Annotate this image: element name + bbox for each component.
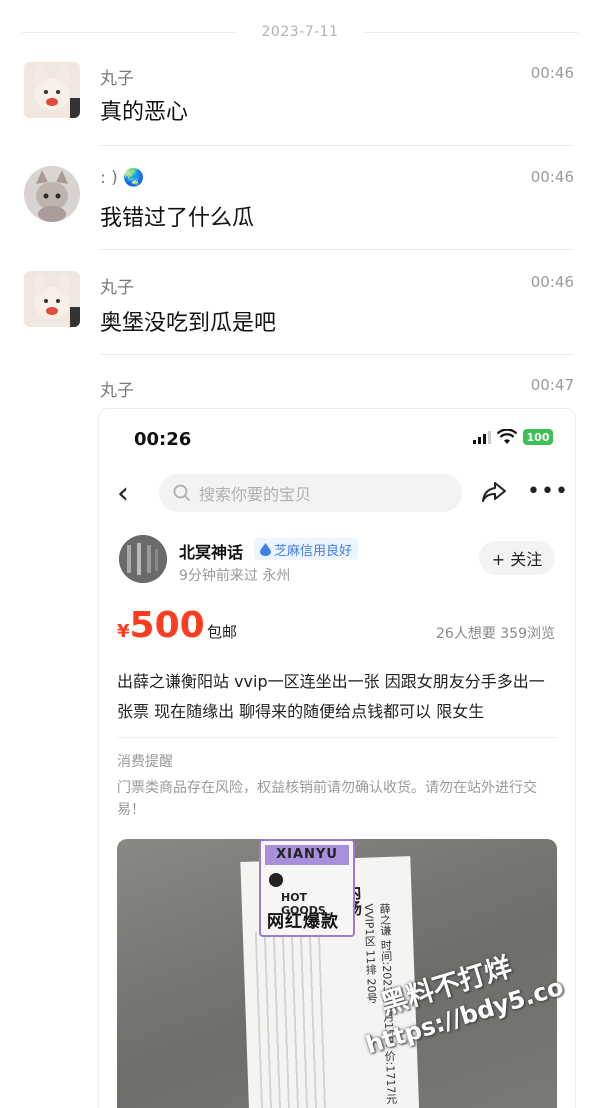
sender-name: 丸子 xyxy=(100,381,134,401)
chat-message: 丸子 00:46 奥堡没吃到瓜是吧 xyxy=(0,271,600,355)
message-time: 00:46 xyxy=(530,273,574,291)
sticker-brand: XIANYU xyxy=(265,845,349,865)
seller-meta: 9分钟前来过 永州 xyxy=(179,568,291,584)
follow-button[interactable]: + 关注 xyxy=(479,541,555,575)
credit-badge-label: 芝麻信用良好 xyxy=(274,543,353,559)
sender-name: : ) 🌏 xyxy=(100,168,144,188)
share-icon[interactable] xyxy=(481,479,507,505)
price: ¥500 xyxy=(117,605,205,646)
sender-name-text: : ) xyxy=(100,168,118,188)
avatar[interactable] xyxy=(24,271,80,327)
chat-message: 丸子 00:47 xyxy=(0,376,600,406)
price-symbol: ¥ xyxy=(117,621,130,642)
sticker-main: 网红爆款 xyxy=(267,912,339,932)
status-time: 00:26 xyxy=(134,429,192,450)
message-text: 真的恶心 xyxy=(100,100,189,125)
avatar[interactable] xyxy=(24,62,80,118)
status-icons: 100 xyxy=(473,429,553,445)
seller-avatar[interactable] xyxy=(119,535,167,583)
search-icon xyxy=(173,484,191,502)
price-value: 500 xyxy=(129,605,205,646)
divider xyxy=(364,31,578,33)
chat-message: : ) 🌏 00:46 我错过了什么瓜 xyxy=(0,166,600,250)
seller-name[interactable]: 北冥神话 xyxy=(179,539,243,563)
search-input[interactable]: 搜索你要的宝贝 xyxy=(159,474,462,512)
signal-icon xyxy=(473,430,491,444)
ticket-fine-print xyxy=(254,929,332,1108)
message-time: 00:46 xyxy=(530,168,574,186)
battery-icon: 100 xyxy=(523,429,553,445)
lock-icon xyxy=(269,873,283,887)
more-icon[interactable]: ••• xyxy=(527,479,569,504)
divider xyxy=(22,31,236,33)
divider xyxy=(100,249,574,250)
message-time: 00:46 xyxy=(530,64,574,82)
xianyu-sticker: XIANYU HOT GOODS 网红爆款 xyxy=(259,839,355,937)
sender-name: 丸子 xyxy=(100,278,134,298)
reminder-title: 消费提醒 xyxy=(117,754,173,770)
listing-description: 出薛之谦衡阳站 vvip一区连坐出一张 因跟女朋友分手多出一张票 现在随缘出 聊… xyxy=(117,672,545,721)
message-text: 我错过了什么瓜 xyxy=(100,206,255,231)
divider xyxy=(100,145,574,146)
wifi-icon xyxy=(497,429,517,444)
sender-name: 丸子 xyxy=(100,69,134,89)
search-placeholder: 搜索你要的宝贝 xyxy=(199,485,312,504)
date-label: 2023-7-11 xyxy=(261,24,339,40)
credit-icon xyxy=(260,542,271,556)
message-text: 奥堡没吃到瓜是吧 xyxy=(100,311,277,336)
chat-message: 丸子 00:46 真的恶心 xyxy=(0,62,600,146)
divider xyxy=(100,354,574,355)
divider xyxy=(117,737,557,738)
message-time: 00:47 xyxy=(530,376,574,394)
back-icon[interactable]: ‹ xyxy=(117,479,129,509)
globe-icon: 🌏 xyxy=(123,168,145,188)
avatar[interactable] xyxy=(24,166,80,222)
credit-badge: 芝麻信用良好 xyxy=(254,538,359,560)
listing-stats: 26人想要 359浏览 xyxy=(436,626,555,642)
shipping-label: 包邮 xyxy=(207,623,238,641)
date-separator: 2023-7-11 xyxy=(22,18,578,46)
reminder-text: 门票类商品存在风险，权益核销前请勿确认收货。请勿在站外进行交易！ xyxy=(117,780,537,818)
